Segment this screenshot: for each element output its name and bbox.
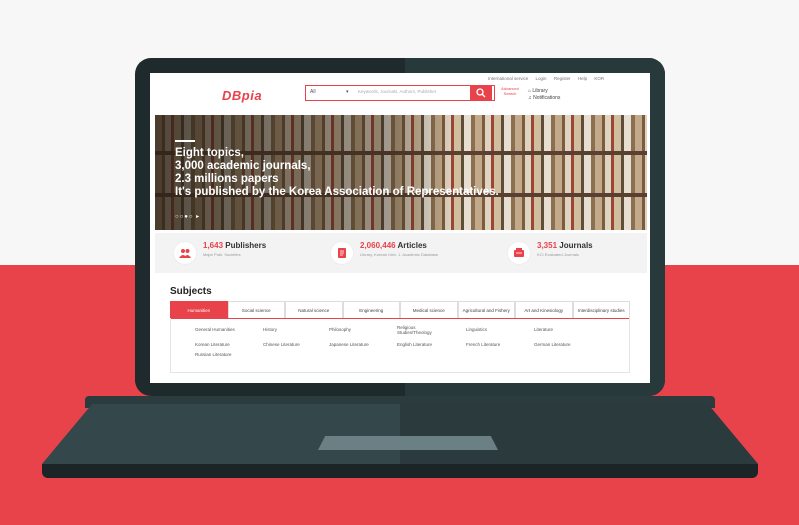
journal-icon <box>507 241 531 265</box>
laptop-touchpad <box>318 436 498 450</box>
tab-art-kinesiology[interactable]: Art and Kinesiology <box>515 301 573 318</box>
library-link[interactable]: ⌂ Library <box>528 88 560 95</box>
laptop-deck-shade <box>400 404 758 464</box>
search-bar: All ▾ Keywords, Journals, Authors, Publi… <box>305 85 495 101</box>
stat-articles-label: Articles <box>397 241 427 250</box>
subject-link[interactable]: Korean Literature <box>195 342 230 347</box>
subject-panel: General Humanities History Philosophy Re… <box>170 318 630 373</box>
tab-interdisciplinary[interactable]: Interdisciplinary studies <box>572 301 630 318</box>
subject-link[interactable]: Japanese Literature <box>329 342 369 347</box>
top-link-help[interactable]: Help <box>578 76 587 81</box>
search-button[interactable] <box>470 85 492 101</box>
hero-line-1: Eight topics, <box>175 147 244 159</box>
top-link-language[interactable]: KOR <box>594 76 604 81</box>
notifications-label: Notifications <box>533 95 561 101</box>
search-scope-select[interactable]: All <box>310 89 316 95</box>
hero-banner: Eight topics, 3,000 academic journals, 2… <box>155 115 647 230</box>
subject-link[interactable]: General Humanities <box>195 327 235 332</box>
search-input[interactable]: Keywords, Journals, Authors, Publisher <box>358 89 436 94</box>
site-logo[interactable]: DBpia <box>222 88 262 103</box>
stat-journals-sub: KCI Evaluated Journals <box>537 252 579 257</box>
hero-line-4: It's published by the Korea Association … <box>175 186 499 198</box>
subject-link[interactable]: French Literature <box>466 342 500 347</box>
subject-link[interactable]: Russian Literature <box>195 352 232 357</box>
top-link-login[interactable]: Login <box>536 76 547 81</box>
subject-link[interactable]: History <box>263 327 277 332</box>
stat-publishers-label: Publishers <box>225 241 267 250</box>
stats-bar: 1,643 Publishers Major Publ. Societies 2… <box>155 233 647 273</box>
notifications-link[interactable]: ♫ Notifications <box>528 95 560 102</box>
hero-accent-line <box>175 140 195 142</box>
subject-link[interactable]: Linguistics <box>466 327 487 332</box>
subject-link[interactable]: Chinese Literature <box>263 342 300 347</box>
user-menu: ⌂ Library ♫ Notifications <box>528 88 560 102</box>
stat-publishers-sub: Major Publ. Societies <box>203 252 241 257</box>
stat-articles-sub: Library, Korean Univ. 1. Academic Databa… <box>360 252 439 257</box>
site-header: International service Login Register Hel… <box>150 73 650 113</box>
search-icon <box>476 88 486 98</box>
top-link-register[interactable]: Register <box>554 76 571 81</box>
subject-tabs: Humanities Social science Natural scienc… <box>170 301 630 319</box>
stat-journals-number: 3,351 <box>537 241 558 250</box>
tab-medical-science[interactable]: Medical science <box>400 301 458 318</box>
subject-link[interactable]: Philosophy <box>329 327 351 332</box>
library-label: Library <box>532 88 548 94</box>
stat-publishers-number: 1,643 <box>203 241 224 250</box>
subjects-title: Subjects <box>170 286 212 297</box>
tab-social-science[interactable]: Social science <box>227 301 285 318</box>
hero-line-3: 2.3 millions papers <box>175 173 279 185</box>
tab-natural-science[interactable]: Natural science <box>285 301 343 318</box>
tab-engineering[interactable]: Engineering <box>342 301 400 318</box>
subject-link[interactable]: German Literature <box>534 342 571 347</box>
subject-link[interactable]: Religious Studies/Theology <box>397 325 437 335</box>
tab-agricultural-fishery[interactable]: Agricultural and Fishery <box>457 301 515 318</box>
people-icon <box>173 241 197 265</box>
stat-journals-label: Journals <box>559 241 593 250</box>
carousel-pager[interactable]: ○○●○ ▸ <box>175 213 200 220</box>
subject-link[interactable]: Literature <box>534 327 553 332</box>
hero-line-2: 3,000 academic journals, <box>175 160 311 172</box>
laptop-screen: International service Login Register Hel… <box>150 73 650 383</box>
subject-link[interactable]: English Literature <box>397 342 432 347</box>
advanced-search-link[interactable]: Advanced Search <box>498 86 522 96</box>
document-icon <box>330 241 354 265</box>
tab-humanities[interactable]: Humanities <box>170 301 228 318</box>
hero-headline: Eight topics, 3,000 academic journals, 2… <box>175 147 499 199</box>
top-links: International service Login Register Hel… <box>488 76 610 81</box>
laptop-base <box>42 464 758 478</box>
chevron-down-icon[interactable]: ▾ <box>346 89 349 95</box>
stat-articles-number: 2,060,446 <box>360 241 396 250</box>
top-link-international[interactable]: International service <box>488 76 528 81</box>
